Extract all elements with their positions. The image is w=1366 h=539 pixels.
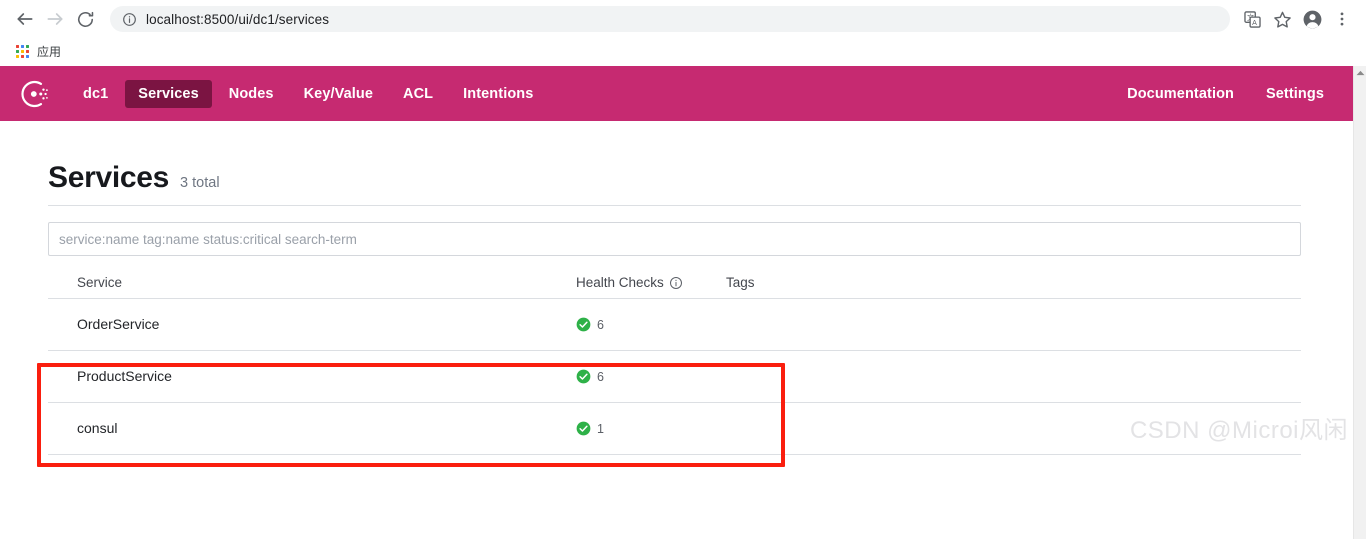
nav-item-settings[interactable]: Settings xyxy=(1253,80,1337,108)
info-circle-icon[interactable] xyxy=(669,276,683,290)
health-check-count: 1 xyxy=(597,421,604,436)
site-info-icon[interactable] xyxy=(122,12,137,27)
nav-item-acl[interactable]: ACL xyxy=(390,80,446,108)
page-title: Services xyxy=(48,161,170,194)
table-row[interactable]: OrderService 6 xyxy=(48,299,1301,351)
address-bar[interactable]: localhost:8500/ui/dc1/services xyxy=(110,6,1230,32)
service-name-link[interactable]: consul xyxy=(77,420,117,436)
health-check-count: 6 xyxy=(597,317,604,332)
nav-item-nodes[interactable]: Nodes xyxy=(216,80,287,108)
browser-toolbar: localhost:8500/ui/dc1/services 文 A xyxy=(0,0,1366,38)
arrow-left-icon xyxy=(17,13,33,25)
service-name-link[interactable]: ProductService xyxy=(77,368,172,384)
url-text: localhost:8500/ui/dc1/services xyxy=(146,11,330,27)
row-cell-service: OrderService xyxy=(48,316,576,334)
arrow-right-icon xyxy=(47,13,63,25)
main-content: Services 3 total Service Health Checks xyxy=(0,121,1366,467)
nav-item-services[interactable]: Services xyxy=(125,79,212,108)
apps-grid-icon xyxy=(16,45,30,59)
table-row[interactable]: ProductService 6 xyxy=(48,351,1301,403)
row-cell-health-checks: 6 xyxy=(576,317,726,332)
row-cell-health-checks: 1 xyxy=(576,421,726,436)
three-dot-menu-icon[interactable] xyxy=(1328,5,1356,33)
forward-button[interactable] xyxy=(40,4,70,34)
search-filter-area xyxy=(48,222,1301,256)
consul-nav-left: dc1 Services Nodes Key/Value ACL Intenti… xyxy=(70,79,546,108)
consul-top-nav: dc1 Services Nodes Key/Value ACL Intenti… xyxy=(0,66,1353,121)
health-status-badge: 6 xyxy=(576,317,604,332)
search-input[interactable] xyxy=(48,222,1301,256)
health-status-badge: 6 xyxy=(576,369,604,384)
services-table: Service Health Checks Tags OrderService … xyxy=(48,275,1301,455)
reload-button[interactable] xyxy=(70,4,100,34)
table-header-row: Service Health Checks Tags xyxy=(48,275,1301,299)
consul-nav-right: Documentation Settings xyxy=(1114,80,1353,108)
browser-chrome: localhost:8500/ui/dc1/services 文 A xyxy=(0,0,1366,66)
service-name-link[interactable]: OrderService xyxy=(77,316,159,332)
reload-icon xyxy=(77,11,93,27)
bookmark-label-apps: 应用 xyxy=(37,45,62,59)
column-header-health-checks: Health Checks xyxy=(576,275,664,290)
header-cell-tags: Tags xyxy=(726,275,1301,290)
header-cell-service: Service xyxy=(48,275,576,290)
back-button[interactable] xyxy=(10,4,40,34)
column-header-service: Service xyxy=(77,275,123,290)
row-cell-health-checks: 6 xyxy=(576,369,726,384)
bookmark-item-apps[interactable]: 应用 xyxy=(10,43,67,61)
health-status-badge: 1 xyxy=(576,421,604,436)
watermark-text: CSDN @Microi风闲 xyxy=(1129,417,1348,444)
check-circle-icon xyxy=(576,369,591,384)
page-header: Services 3 total xyxy=(48,121,1301,206)
content-container: Services 3 total Service Health Checks xyxy=(48,121,1301,455)
nav-item-dc1[interactable]: dc1 xyxy=(70,80,121,108)
services-total-count: 3 total xyxy=(180,175,220,191)
health-check-count: 6 xyxy=(597,369,604,384)
star-icon[interactable] xyxy=(1268,5,1296,33)
table-row[interactable]: consul 1 xyxy=(48,403,1301,455)
translate-icon[interactable]: 文 A xyxy=(1238,5,1266,33)
check-circle-icon xyxy=(576,317,591,332)
nav-item-intentions[interactable]: Intentions xyxy=(450,80,546,108)
scrollbar-up-arrow-icon[interactable] xyxy=(1354,66,1366,80)
svg-text:A: A xyxy=(1252,19,1257,27)
row-cell-service: consul xyxy=(48,420,576,438)
page-scrollbar[interactable] xyxy=(1353,66,1366,539)
check-circle-icon xyxy=(576,421,591,436)
bookmarks-bar: 应用 xyxy=(0,38,1366,66)
row-cell-service: ProductService xyxy=(48,368,576,386)
consul-logo-icon[interactable] xyxy=(18,77,52,111)
nav-item-documentation[interactable]: Documentation xyxy=(1114,80,1247,108)
profile-avatar-icon[interactable] xyxy=(1298,5,1326,33)
column-header-tags: Tags xyxy=(726,275,755,290)
nav-item-key-value[interactable]: Key/Value xyxy=(291,80,386,108)
header-cell-health-checks: Health Checks xyxy=(576,275,726,290)
toolbar-icon-group: 文 A xyxy=(1238,5,1356,33)
